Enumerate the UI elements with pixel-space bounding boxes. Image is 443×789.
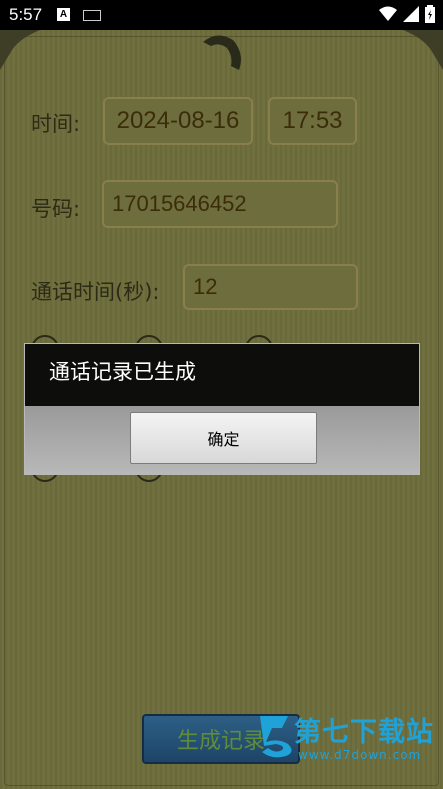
wifi-icon <box>379 6 397 21</box>
accessibility-icon: A <box>57 8 70 21</box>
dialog-message: 通话记录已生成 <box>25 344 419 406</box>
result-dialog: 通话记录已生成 确定 <box>24 343 420 475</box>
phone-icon <box>203 35 241 70</box>
keyboard-icon <box>83 10 101 21</box>
watermark-name: 第七下载站 <box>294 717 434 748</box>
dialog-button-area: 确定 <box>25 406 419 474</box>
date-field[interactable]: 2024-08-16 <box>103 97 253 145</box>
watermark-url: www.d7down.com <box>298 748 422 762</box>
duration-input[interactable]: 12 <box>183 264 358 310</box>
number-input[interactable]: 17015646452 <box>102 180 338 228</box>
corner-ornament-icon <box>0 30 40 70</box>
ok-button[interactable]: 确定 <box>130 412 317 464</box>
battery-icon <box>425 5 435 23</box>
signal-icon <box>403 6 419 22</box>
number-label: 号码: <box>31 197 81 221</box>
site-logo-icon <box>260 716 292 758</box>
time-label: 时间: <box>31 112 81 136</box>
time-field[interactable]: 17:53 <box>268 97 357 145</box>
status-bar: 5:57 A <box>0 0 443 30</box>
corner-ornament-icon <box>403 30 443 70</box>
status-time: 5:57 <box>9 5 43 24</box>
duration-label: 通话时间(秒): <box>31 280 160 304</box>
watermark: 第七下载站 www.d7down.com <box>258 710 443 770</box>
